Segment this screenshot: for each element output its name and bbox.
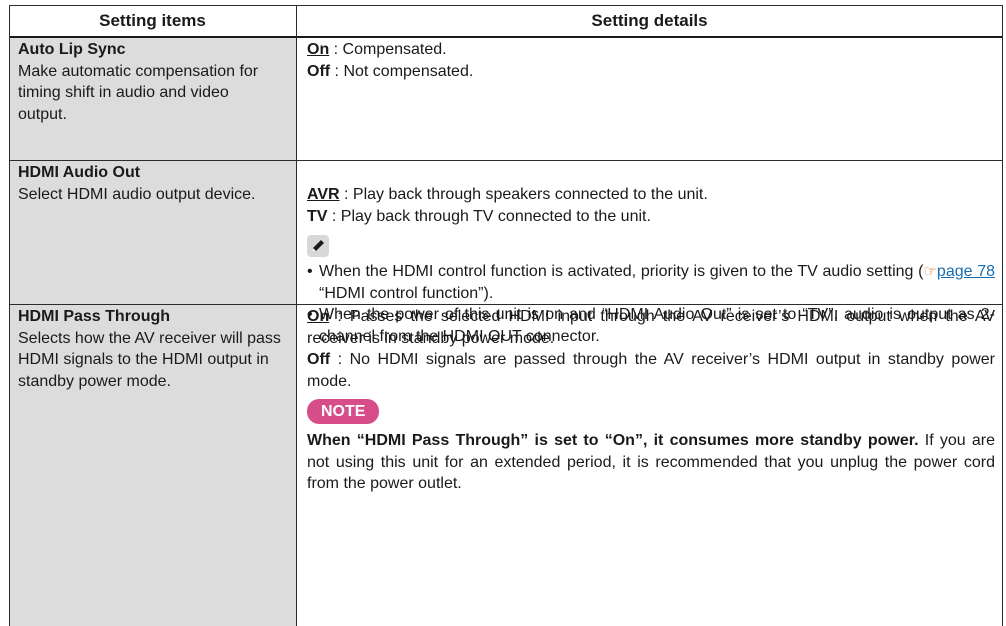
option-text: : Play back through speakers connected t…	[339, 186, 708, 203]
settings-table: Setting items Setting details Auto Lip S…	[9, 5, 1003, 626]
row-hdmi-pass-through-label: HDMI Pass Through Selects how the AV rec…	[18, 306, 288, 392]
row-divider	[9, 160, 1003, 161]
option-key: Off	[307, 351, 331, 368]
setting-title: Auto Lip Sync	[18, 41, 126, 58]
row-auto-lip-sync-details: On : Compensated. Off : Not compensated.	[307, 39, 995, 82]
setting-title: HDMI Audio Out	[18, 164, 141, 181]
option-line: Off : No HDMI signals are passed through…	[307, 349, 995, 392]
option-key: Off	[307, 62, 331, 80]
option-key-default: On	[307, 41, 330, 58]
option-text: : No HDMI signals are passed through the…	[307, 351, 995, 390]
header-setting-items: Setting items	[99, 11, 206, 30]
setting-title: HDMI Pass Through	[18, 308, 171, 325]
option-line: On : Compensated.	[307, 39, 995, 61]
note-text: When the HDMI control function is activa…	[319, 263, 924, 280]
note-paragraph: When “HDMI Pass Through” is set to “On”,…	[307, 430, 995, 495]
pencil-icon	[307, 235, 329, 257]
note-label-row: NOTE	[307, 399, 995, 424]
column-divider	[296, 5, 297, 626]
note-badge: NOTE	[307, 399, 380, 424]
option-line: Off : Not compensated.	[307, 61, 995, 83]
option-text: : Passes the selected HDMI input through…	[307, 308, 995, 347]
note-bold: When “HDMI Pass Through” is set to “On”,…	[307, 432, 919, 449]
page-reference-icon: ☞	[923, 263, 937, 280]
option-text: : Not compensated.	[330, 62, 474, 80]
row-hdmi-pass-through-details: On : Passes the selected HDMI input thro…	[307, 306, 995, 495]
option-key-default: On	[307, 308, 330, 325]
note-text: “HDMI control function”).	[319, 284, 494, 302]
option-key: TV	[307, 207, 328, 225]
setting-description: Make automatic compensation for timing s…	[18, 62, 259, 123]
option-key-default: AVR	[307, 186, 340, 203]
option-line: TV : Play back through TV connected to t…	[307, 206, 995, 228]
option-text: : Play back through TV connected to the …	[327, 207, 651, 225]
option-line: AVR : Play back through speakers connect…	[307, 184, 995, 206]
row-hdmi-audio-out-label: HDMI Audio Out Select HDMI audio output …	[18, 162, 278, 205]
option-line: On : Passes the selected HDMI input thro…	[307, 306, 995, 349]
page-link[interactable]: page 78	[937, 263, 995, 280]
option-text: : Compensated.	[329, 41, 447, 58]
memo-row	[307, 227, 995, 261]
row-auto-lip-sync-label: Auto Lip Sync Make automatic compensatio…	[18, 39, 268, 125]
setting-description: Selects how the AV receiver will pass HD…	[18, 329, 281, 390]
note-bullet: When the HDMI control function is activa…	[307, 261, 995, 304]
setting-description: Select HDMI audio output device.	[18, 185, 256, 203]
table-right-rule	[1002, 5, 1003, 626]
table-left-rule	[9, 5, 10, 626]
header-setting-details: Setting details	[591, 11, 708, 30]
